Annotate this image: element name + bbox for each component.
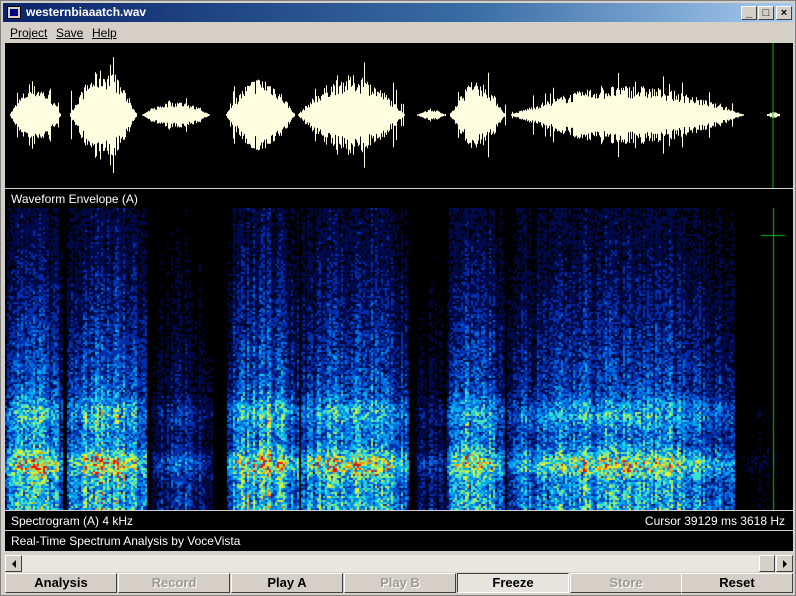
spectrogram-panel[interactable] [5, 208, 793, 510]
maximize-icon: □ [762, 7, 770, 19]
maximize-button[interactable]: □ [758, 6, 774, 20]
spectrogram-image [5, 208, 793, 510]
spectrogram-label-bar: Spectrogram (A) 4 kHz Cursor 39129 ms 36… [5, 510, 793, 530]
store-button[interactable]: Store [570, 573, 682, 593]
cursor-readout: Cursor 39129 ms 3618 Hz [644, 514, 785, 528]
horizontal-scrollbar[interactable] [5, 555, 793, 572]
scroll-thumb[interactable] [759, 555, 775, 572]
status-bar: Real-Time Spectrum Analysis by VoceVista [5, 530, 793, 551]
close-button[interactable]: × [776, 6, 792, 20]
reset-button[interactable]: Reset [681, 573, 793, 593]
play-b-button[interactable]: Play B [344, 573, 456, 593]
record-button[interactable]: Record [118, 573, 230, 593]
arrow-right-icon [783, 560, 787, 568]
analysis-button[interactable]: Analysis [5, 573, 117, 593]
arrow-left-icon [12, 560, 16, 568]
status-text: Real-Time Spectrum Analysis by VoceVista [11, 534, 241, 548]
freeze-button[interactable]: Freeze [457, 573, 569, 593]
scroll-right-button[interactable] [776, 555, 793, 572]
menu-help[interactable]: Help [92, 26, 117, 40]
waveform-label-bar: Waveform Envelope (A) [5, 188, 793, 208]
title-bar[interactable]: westernbiaaatch.wav _ □ × [3, 3, 793, 22]
waveform-envelope [10, 43, 780, 188]
menu-project[interactable]: Project [10, 26, 47, 40]
control-button-row: Analysis Record Play A Play B Freeze Sto… [5, 573, 793, 593]
window-title: westernbiaaatch.wav [26, 5, 147, 19]
play-a-button[interactable]: Play A [231, 573, 343, 593]
minimize-icon: _ [745, 7, 753, 19]
waveform-label: Waveform Envelope (A) [11, 192, 138, 206]
close-icon: × [780, 7, 788, 19]
menu-bar: Project Save Help [3, 23, 793, 42]
minimize-button[interactable]: _ [741, 6, 757, 20]
app-window: westernbiaaatch.wav _ □ × Project Save H… [0, 0, 796, 596]
scroll-left-button[interactable] [5, 555, 22, 572]
spectrogram-label: Spectrogram (A) 4 kHz [11, 514, 134, 528]
menu-save[interactable]: Save [56, 26, 83, 40]
waveform-panel[interactable] [5, 43, 793, 188]
app-icon[interactable] [7, 6, 21, 19]
